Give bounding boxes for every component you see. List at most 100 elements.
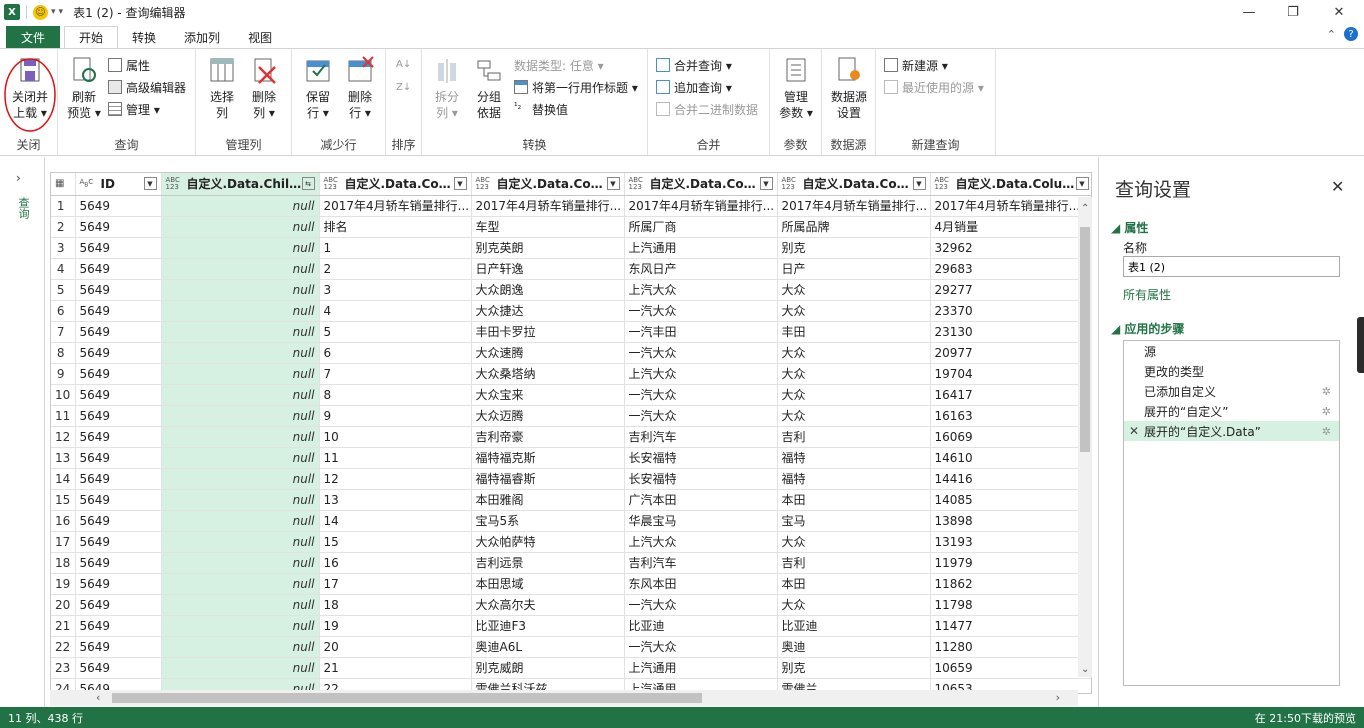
table-cell[interactable]: null [161,489,320,511]
table-cell[interactable]: 所属品牌 [777,216,931,238]
table-cell[interactable]: 29683 [930,258,1091,280]
gear-icon[interactable]: ✲ [1322,405,1331,418]
applied-steps-header[interactable]: ◢ 应用的步骤 [1111,320,1184,337]
table-cell[interactable]: 5649 [75,552,162,574]
refresh-preview-button[interactable]: 刷新 预览 ▾ [64,55,104,121]
table-cell[interactable]: 福特福克斯 [471,447,625,469]
row-number[interactable]: 23 [51,657,76,679]
table-cell[interactable]: 日产轩逸 [471,258,625,280]
tab-transform[interactable]: 转换 [118,26,170,48]
row-number[interactable]: 20 [51,594,76,616]
table-cell[interactable]: 10659 [930,657,1091,679]
table-cell[interactable]: 大众帕萨特 [471,531,625,553]
table-cell[interactable]: 5649 [75,573,162,595]
filter-dropdown-icon[interactable]: ▼ [606,177,620,191]
table-cell[interactable]: 5649 [75,216,162,238]
step-item[interactable]: 展开的“自定义” ✲ [1124,401,1339,421]
row-number[interactable]: 7 [51,321,76,343]
row-number[interactable]: 16 [51,510,76,532]
table-cell[interactable]: 5 [319,321,472,343]
advanced-editor-button[interactable]: 高级编辑器 [108,77,186,97]
table-cell[interactable]: 16069 [930,426,1091,448]
table-cell[interactable]: null [161,468,320,490]
table-cell[interactable]: 5649 [75,468,162,490]
scroll-left-icon[interactable]: ‹ [96,691,100,704]
table-cell[interactable]: 吉利 [777,552,931,574]
row-number[interactable]: 21 [51,615,76,637]
table-cell[interactable]: 比亚迪 [624,615,778,637]
table-cell[interactable]: 东风日产 [624,258,778,280]
table-cell[interactable]: 本田雅阁 [471,489,625,511]
type-any-icon[interactable]: ABC 123 [476,176,494,191]
row-number[interactable]: 3 [51,237,76,259]
row-number[interactable]: 1 [51,195,76,217]
column-header[interactable]: ABC123自定义.Data.Colum...▼ [777,173,931,196]
merge-queries-button[interactable]: 合并查询 ▾ [656,55,732,75]
table-cell[interactable]: 福特福睿斯 [471,468,625,490]
type-any-icon[interactable]: ABC 123 [324,176,342,191]
filter-dropdown-icon[interactable]: ▼ [759,177,773,191]
table-cell[interactable]: 本田 [777,573,931,595]
table-cell[interactable]: 大众 [777,594,931,616]
close-settings-icon[interactable]: ✕ [1331,177,1344,196]
table-cell[interactable]: 13193 [930,531,1091,553]
sort-ascending-icon[interactable]: A↓ [396,55,411,75]
filter-dropdown-icon[interactable]: ▼ [912,177,926,191]
scroll-up-icon[interactable]: ⌃ [1081,203,1089,214]
column-header[interactable]: ABC123自定义.Data.Colum...▼ [930,173,1091,196]
new-source-button[interactable]: 新建源 ▾ [884,55,948,75]
table-cell[interactable]: 5649 [75,342,162,364]
table-cell[interactable]: null [161,279,320,301]
table-cell[interactable]: 上汽大众 [624,279,778,301]
tab-add-column[interactable]: 添加列 [170,26,234,48]
vertical-scroll-thumb[interactable] [1080,227,1090,452]
table-cell[interactable]: 丰田 [777,321,931,343]
table-cell[interactable]: 车型 [471,216,625,238]
step-item[interactable]: 已添加自定义 ✲ [1124,381,1339,401]
group-by-button[interactable]: 分组 依据 [470,55,508,121]
type-any-icon[interactable]: ABC 123 [166,176,184,191]
table-cell[interactable]: 一汽大众 [624,342,778,364]
append-queries-button[interactable]: 追加查询 ▾ [656,77,732,97]
table-cell[interactable]: 一汽大众 [624,636,778,658]
table-cell[interactable]: 大众宝来 [471,384,625,406]
row-number[interactable]: 14 [51,468,76,490]
table-cell[interactable]: 5649 [75,531,162,553]
minimize-button[interactable]: — [1226,0,1272,24]
table-cell[interactable]: 本田思域 [471,573,625,595]
remove-columns-button[interactable]: 删除 列 ▾ [244,55,284,121]
help-icon[interactable]: ? [1344,27,1358,41]
row-number[interactable]: 17 [51,531,76,553]
table-cell[interactable]: 所属厂商 [624,216,778,238]
recent-sources-button[interactable]: 最近使用的源 ▾ [884,77,984,97]
table-cell[interactable]: null [161,258,320,280]
table-cell[interactable]: null [161,363,320,385]
table-cell[interactable]: 比亚迪F3 [471,615,625,637]
row-number[interactable]: 11 [51,405,76,427]
table-cell[interactable]: 一汽大众 [624,405,778,427]
table-cell[interactable]: null [161,447,320,469]
type-any-icon[interactable]: ABC 123 [629,176,647,191]
replace-values-button[interactable]: ¹₂ 替换值 [514,99,568,119]
table-cell[interactable]: 大众 [777,384,931,406]
table-cell[interactable]: 11 [319,447,472,469]
row-number[interactable]: 2 [51,216,76,238]
table-cell[interactable]: 7 [319,363,472,385]
table-cell[interactable]: 大众速腾 [471,342,625,364]
table-cell[interactable]: 5649 [75,615,162,637]
table-cell[interactable]: 大众朗逸 [471,279,625,301]
customize-toolbar-icon[interactable]: ▾ [59,7,64,17]
table-cell[interactable]: 19 [319,615,472,637]
collapse-ribbon-icon[interactable]: ⌃ [1327,28,1336,41]
queries-label[interactable]: 查询 [15,197,31,219]
table-cell[interactable]: 20 [319,636,472,658]
table-cell[interactable]: 大众迈腾 [471,405,625,427]
table-cell[interactable]: 14085 [930,489,1091,511]
sort-descending-icon[interactable]: Z↓ [396,77,411,97]
split-column-button[interactable]: 拆分 列 ▾ [428,55,466,121]
tab-file[interactable]: 文件 [6,26,61,48]
table-cell[interactable]: 大众 [777,279,931,301]
table-cell[interactable]: 29277 [930,279,1091,301]
properties-header[interactable]: ◢ 属性 [1111,219,1148,236]
row-number[interactable]: 22 [51,636,76,658]
